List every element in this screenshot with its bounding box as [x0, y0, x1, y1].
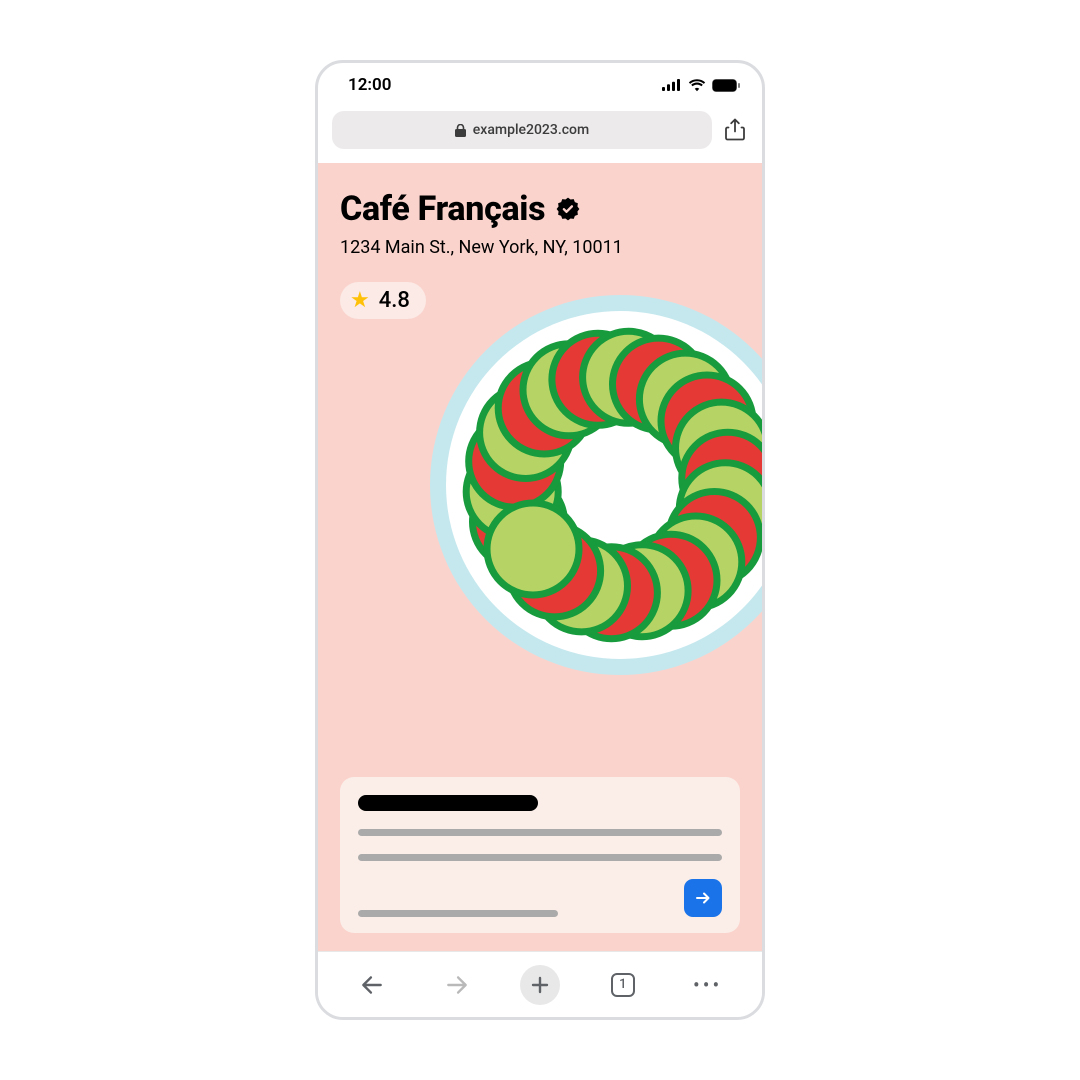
review-line-placeholder [358, 829, 722, 836]
forward-button[interactable] [435, 963, 479, 1007]
verified-badge-icon [555, 196, 581, 222]
wifi-icon [688, 79, 706, 92]
battery-icon [712, 79, 740, 92]
cellular-icon [662, 79, 682, 91]
address-bar-text: example2023.com [473, 122, 589, 138]
status-indicators [662, 79, 740, 92]
new-tab-button[interactable] [520, 965, 560, 1005]
rating-value: 4.8 [379, 288, 410, 313]
dish-illustration [340, 319, 740, 777]
more-button[interactable]: ••• [686, 963, 730, 1007]
go-button[interactable] [684, 879, 722, 917]
arrow-right-icon [694, 889, 712, 907]
review-line-placeholder [358, 910, 558, 917]
page-content: Café Français 1234 Main St., New York, N… [318, 163, 762, 951]
tab-count: 1 [619, 977, 626, 992]
browser-toolbar: example2023.com [318, 107, 762, 163]
arrow-left-icon [359, 972, 385, 998]
status-time: 12:00 [348, 75, 391, 95]
ratatouille-plate-icon [420, 285, 762, 685]
review-line-placeholder [358, 854, 722, 861]
arrow-right-icon [444, 972, 470, 998]
address-bar[interactable]: example2023.com [332, 111, 712, 149]
star-icon: ★ [350, 290, 370, 312]
restaurant-name: Café Français [340, 189, 545, 229]
plus-icon [530, 975, 550, 995]
review-heading-placeholder [358, 795, 538, 811]
share-button[interactable] [722, 117, 748, 143]
back-button[interactable] [350, 963, 394, 1007]
lock-icon [455, 124, 466, 137]
tabs-button[interactable]: 1 [601, 963, 645, 1007]
review-card[interactable] [340, 777, 740, 933]
status-bar: 12:00 [318, 63, 762, 107]
browser-bottom-nav: 1 ••• [318, 951, 762, 1017]
restaurant-address: 1234 Main St., New York, NY, 10011 [340, 237, 740, 258]
rating-badge: ★ 4.8 [340, 282, 426, 319]
phone-frame: 12:00 example2023.com Café Français [315, 60, 765, 1020]
share-icon [725, 118, 745, 142]
more-icon: ••• [693, 973, 722, 997]
